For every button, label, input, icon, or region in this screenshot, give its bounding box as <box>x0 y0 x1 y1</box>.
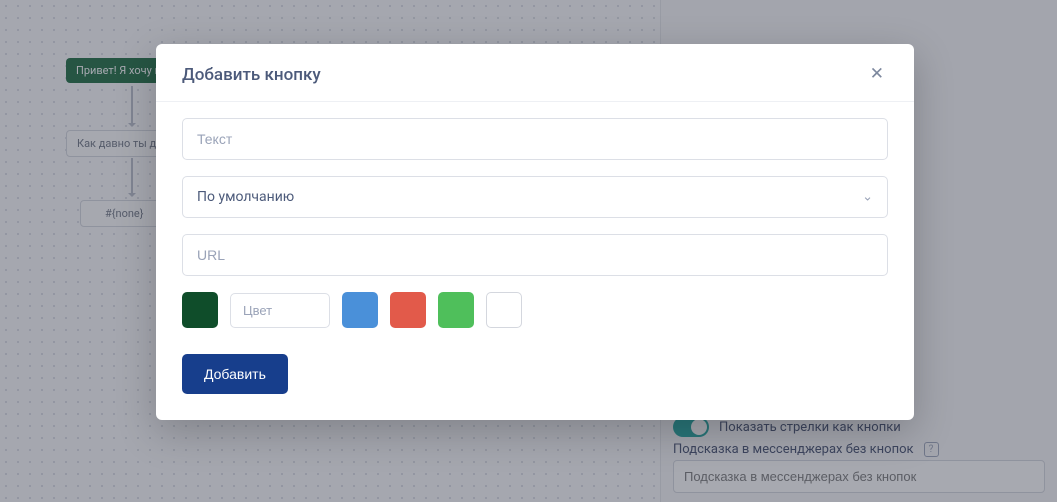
chevron-down-icon: ⌄ <box>862 190 873 205</box>
modal-title: Добавить кнопку <box>182 65 321 85</box>
button-type-select[interactable]: По умолчанию ⌄ <box>182 176 888 218</box>
color-swatch-darkgreen[interactable] <box>182 292 218 328</box>
modal-header: Добавить кнопку ✕ <box>156 44 914 102</box>
color-swatch-green[interactable] <box>438 292 474 328</box>
button-url-input[interactable] <box>182 234 888 276</box>
button-text-input[interactable] <box>182 118 888 160</box>
color-swatch-red[interactable] <box>390 292 426 328</box>
close-icon[interactable]: ✕ <box>866 62 888 87</box>
select-value: По умолчанию <box>197 189 294 205</box>
modal-body: По умолчанию ⌄ Добавить <box>156 102 914 420</box>
color-swatch-blue[interactable] <box>342 292 378 328</box>
add-button[interactable]: Добавить <box>182 354 288 394</box>
color-picker-row <box>182 292 888 328</box>
color-swatch-white[interactable] <box>486 292 522 328</box>
color-hex-input[interactable] <box>230 293 330 328</box>
add-button-modal: Добавить кнопку ✕ По умолчанию ⌄ Добавит… <box>156 44 914 420</box>
